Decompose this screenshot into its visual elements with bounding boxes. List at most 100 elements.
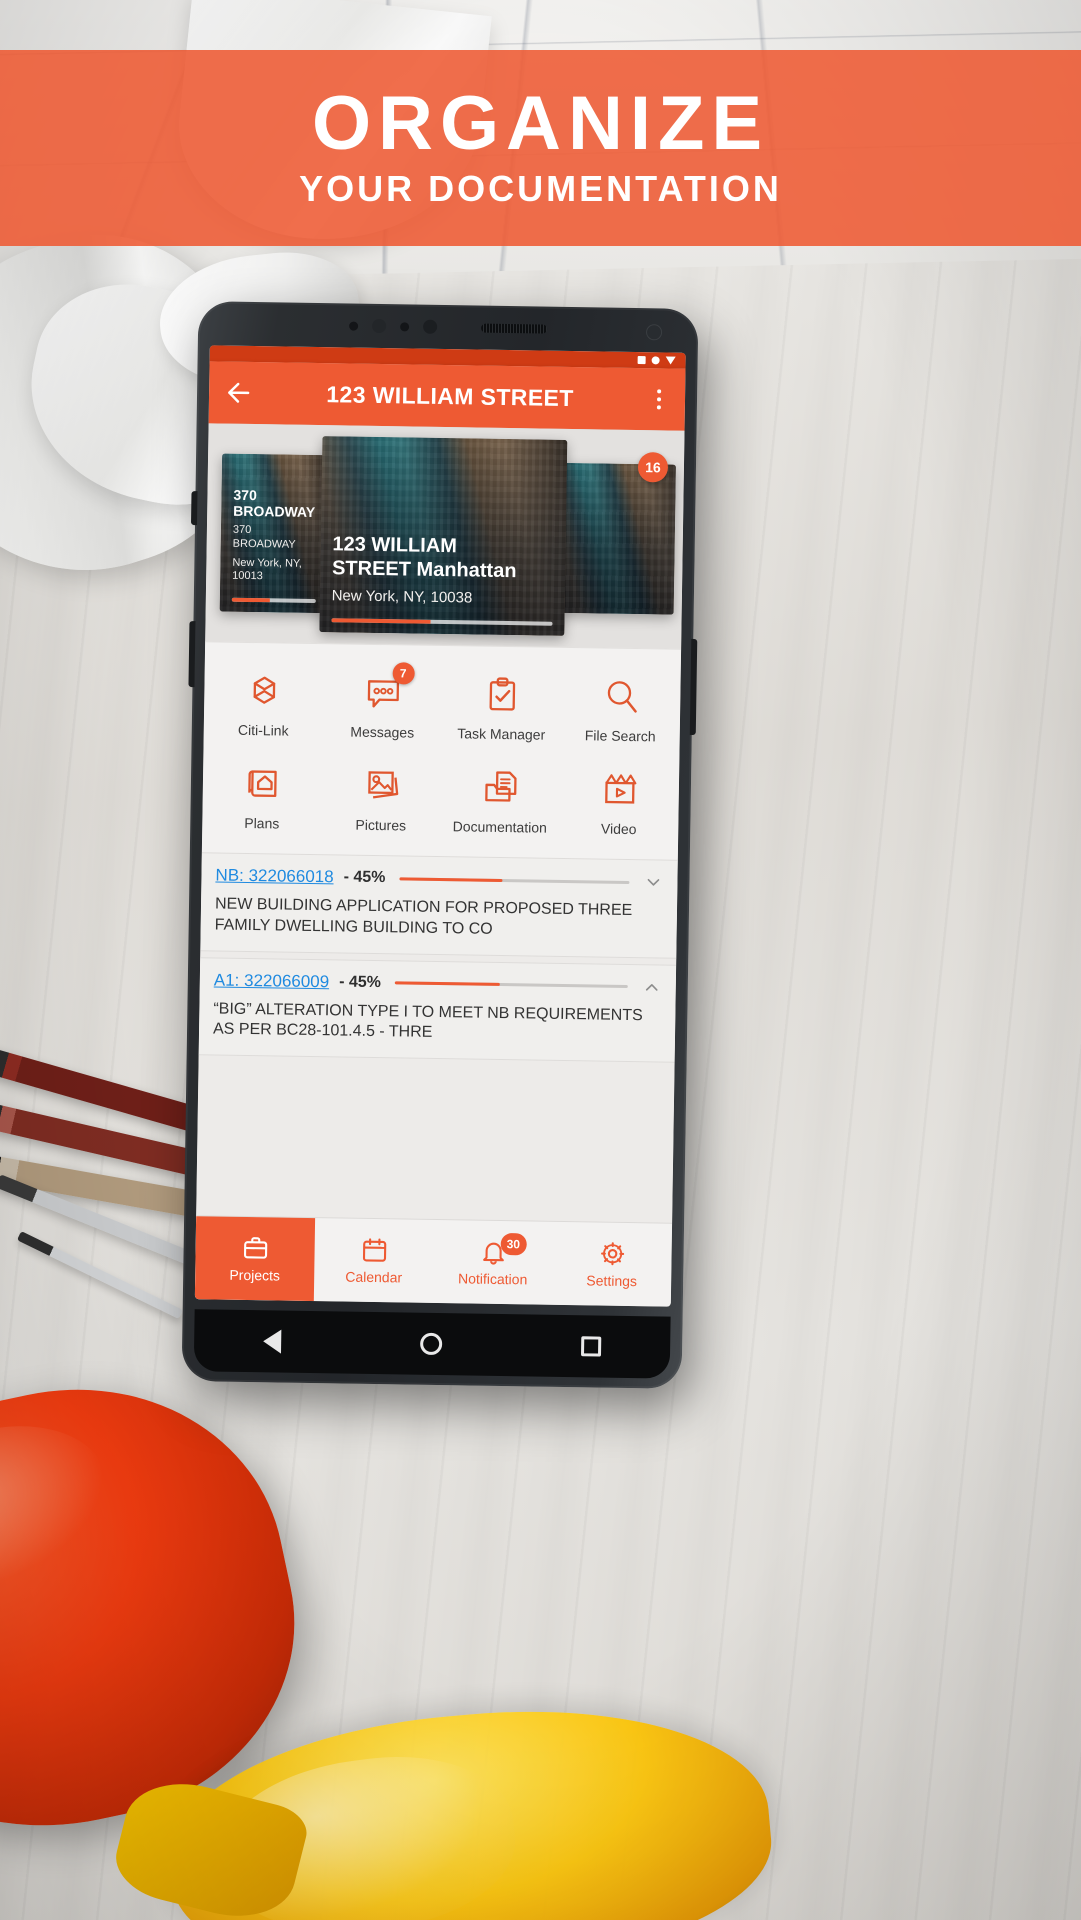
feature-label: Messages [350, 723, 415, 741]
page-title: 123 WILLIAM STREET [326, 380, 574, 411]
feature-task-manager[interactable]: Task Manager [441, 660, 561, 755]
carousel-card-active[interactable]: 123 WILLIAM STREET Manhattan New York, N… [319, 436, 568, 636]
nav-item-projects[interactable]: Projects [194, 1216, 316, 1302]
front-camera-icon [372, 318, 387, 334]
feature-plans[interactable]: Plans [202, 749, 322, 844]
card-title-line2: STREET Manhattan [331, 557, 517, 583]
bottom-navigation: Projects Calendar 30 Notification Settin… [194, 1215, 673, 1307]
sensor-icon [423, 319, 438, 334]
permit-progress-fill [399, 876, 503, 882]
permit-header: NB: 322066018 - 45% [215, 865, 663, 892]
calendar-icon [362, 1238, 386, 1262]
nav-item-calendar[interactable]: Calendar [314, 1218, 434, 1303]
permit-id-link[interactable]: A1: 322066009 [214, 970, 330, 992]
earpiece-speaker-icon [481, 323, 548, 334]
feature-label: File Search [584, 727, 656, 745]
project-carousel[interactable]: 370 BROADWAY 370 BROADWAY New York, NY, … [205, 423, 685, 649]
more-vertical-icon [657, 389, 662, 394]
carousel-card-next[interactable] [558, 462, 677, 615]
card-address-line1: 370 BROADWAY [232, 523, 296, 551]
more-vertical-icon [656, 397, 662, 402]
feature-label: Plans [244, 814, 280, 832]
overflow-menu-button[interactable] [647, 389, 671, 410]
permit-row[interactable]: NB: 322066018 - 45% NEW BUILDING APPLICA… [200, 852, 678, 959]
phone-screen: 123 WILLIAM STREET 370 BROADWAY 370 BROA… [194, 345, 686, 1307]
phone-top-bezel [198, 301, 699, 353]
feature-grid: Citi-Link 7 Messages Task Manager File S… [201, 641, 682, 860]
card-text: 370 BROADWAY 370 BROADWAY New York, NY, … [220, 486, 329, 599]
nav-label: Calendar [345, 1268, 403, 1286]
permit-row[interactable]: A1: 322066009 - 45% “BIG” ALTERATION TYP… [198, 956, 677, 1063]
card-text: 123 WILLIAM STREET Manhattan New York, N… [319, 532, 566, 622]
feature-label: Documentation [452, 818, 547, 836]
sensor-ring-icon [645, 324, 663, 341]
card-title: 370 BROADWAY [233, 486, 316, 520]
more-vertical-icon [656, 405, 661, 410]
nav-label: Projects [229, 1266, 281, 1284]
sensor-icon [349, 321, 359, 331]
phone-button-left-lower [188, 621, 196, 688]
phone-mockup: 123 WILLIAM STREET 370 BROADWAY 370 BROA… [181, 301, 699, 1389]
permit-id-link[interactable]: NB: 322066018 [215, 865, 333, 887]
permit-percent: - 45% [343, 868, 386, 887]
feature-grid-row: Citi-Link 7 Messages Task Manager File S… [203, 656, 680, 756]
card-progress-fill [231, 597, 270, 603]
chevron-down-icon[interactable] [643, 872, 663, 892]
app-bar: 123 WILLIAM STREET [208, 361, 686, 431]
promo-banner: ORGANIZE YOUR DOCUMENTATION [0, 50, 1081, 246]
nav-label: Notification [457, 1270, 528, 1288]
permit-description: NEW BUILDING APPLICATION FOR PROPOSED TH… [214, 895, 633, 938]
messages-badge: 7 [392, 662, 415, 685]
back-triangle-icon[interactable] [263, 1329, 282, 1354]
chevron-up-icon[interactable] [642, 977, 662, 997]
home-circle-icon[interactable] [419, 1332, 443, 1356]
feature-citi-link[interactable]: Citi-Link [203, 656, 323, 751]
feature-video[interactable]: Video [559, 755, 679, 850]
card-photo [558, 462, 677, 615]
recents-square-icon[interactable] [580, 1336, 601, 1357]
permit-description: “BIG” ALTERATION TYPE I TO MEET NB REQUI… [212, 1000, 643, 1042]
feature-pictures[interactable]: Pictures [321, 751, 441, 846]
back-button[interactable] [223, 378, 253, 408]
dot-icon [651, 356, 660, 365]
briefcase-icon [243, 1237, 267, 1259]
permit-header: A1: 322066009 - 45% [214, 970, 662, 997]
feature-documentation[interactable]: Documentation [440, 753, 560, 848]
feature-file-search[interactable]: File Search [560, 662, 680, 757]
square-icon [637, 356, 646, 365]
gear-icon [600, 1242, 624, 1266]
pictures-icon [358, 762, 405, 809]
feature-label: Pictures [355, 816, 407, 834]
citi-link-icon [241, 667, 288, 714]
arrow-left-icon [228, 382, 250, 403]
nav-item-notification[interactable]: 30 Notification [433, 1220, 553, 1305]
notification-badge: 30 [500, 1232, 527, 1256]
messages-icon: 7 [360, 662, 415, 716]
promo-subhead: YOUR DOCUMENTATION [299, 168, 782, 209]
triangle-down-icon [665, 356, 676, 365]
sensor-icon [400, 321, 410, 331]
nav-label: Settings [586, 1272, 638, 1290]
permit-list[interactable]: NB: 322066018 - 45% NEW BUILDING APPLICA… [196, 852, 678, 1223]
permit-progress-fill [394, 981, 500, 987]
task-manager-icon [479, 671, 526, 718]
nav-item-settings[interactable]: Settings [552, 1222, 672, 1307]
permit-percent: - 45% [339, 973, 382, 991]
plans-icon [239, 760, 286, 807]
android-navigation-bar [193, 1309, 671, 1379]
permit-progress-bar [394, 981, 628, 989]
feature-label: Video [600, 820, 637, 838]
file-search-icon [598, 672, 645, 719]
card-address-line2: New York, NY, 10013 [232, 556, 303, 583]
card-title-line1: 123 WILLIAM [332, 533, 458, 558]
phone-body: 123 WILLIAM STREET 370 BROADWAY 370 BROA… [181, 301, 699, 1389]
feature-label: Task Manager [457, 725, 546, 743]
carousel-card-previous[interactable]: 370 BROADWAY 370 BROADWAY New York, NY, … [219, 453, 330, 614]
feature-messages[interactable]: 7 Messages [322, 658, 442, 753]
feature-grid-row: Plans Pictures Documentation Video [202, 749, 679, 849]
card-address-line1: New York, NY, 10038 [331, 587, 473, 607]
permit-progress-bar [399, 876, 630, 884]
video-icon [596, 765, 643, 812]
promo-headline: ORGANIZE [311, 81, 770, 166]
feature-label: Citi-Link [237, 721, 289, 739]
